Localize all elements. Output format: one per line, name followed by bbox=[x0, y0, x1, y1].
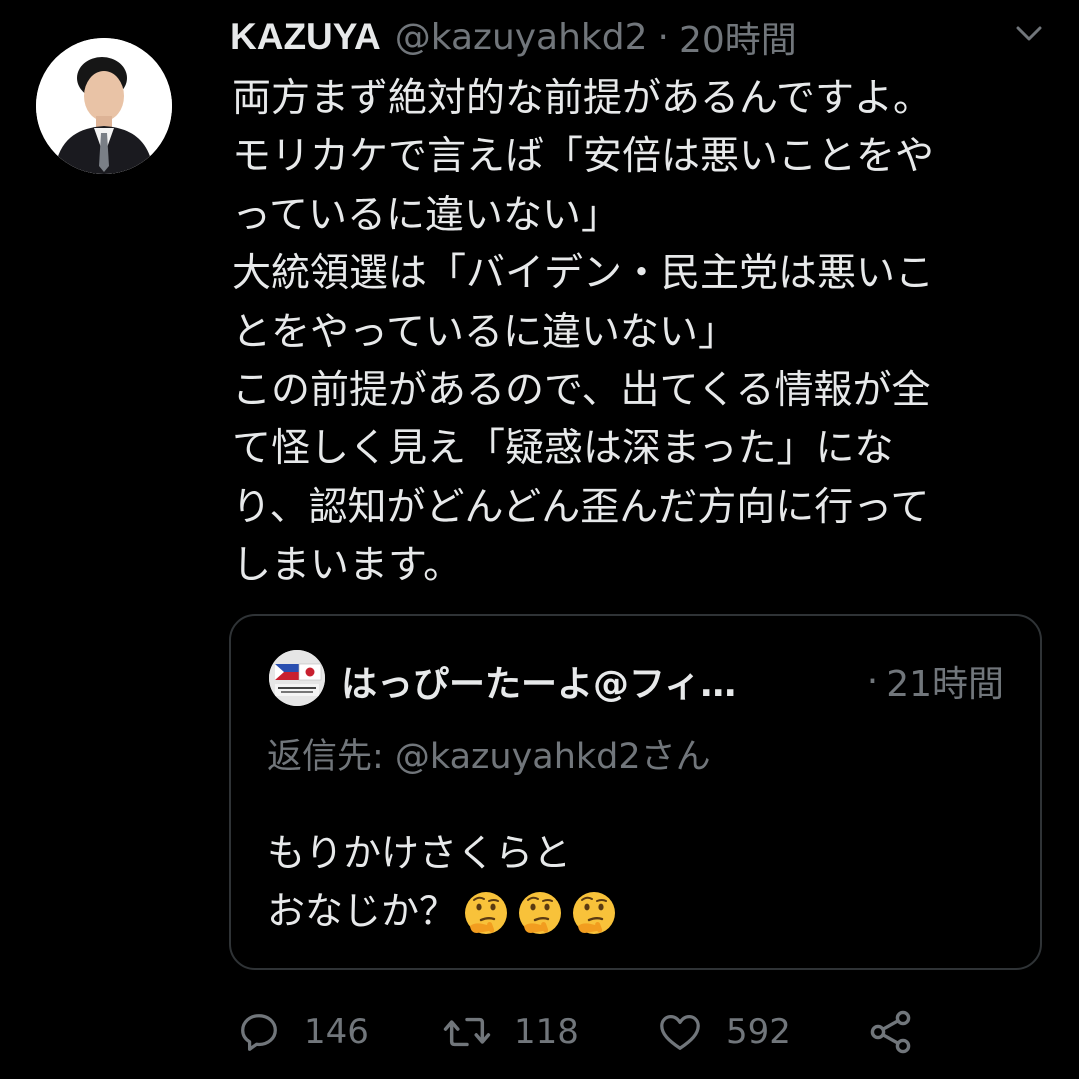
author-avatar[interactable] bbox=[36, 38, 172, 174]
reply-count: 146 bbox=[304, 1012, 369, 1052]
tweet-timestamp[interactable]: 20時間 bbox=[679, 11, 797, 63]
tweet-action-bar: 146 118 592 bbox=[0, 1000, 1079, 1064]
quoted-text-line: もりかけさくらと bbox=[267, 831, 572, 875]
thinking-face-icon bbox=[519, 891, 562, 934]
quoted-author-avatar[interactable] bbox=[269, 650, 325, 706]
chevron-down-icon[interactable] bbox=[1014, 22, 1044, 44]
like-button[interactable]: 592 bbox=[656, 1008, 791, 1056]
retweet-button[interactable]: 118 bbox=[442, 1008, 579, 1056]
tweet-header: KAZUYA @kazuyahkd2 · 20時間 bbox=[230, 12, 797, 62]
tweet-text-line: しまいます。 bbox=[232, 543, 463, 589]
emoji-group bbox=[461, 889, 619, 939]
retweet-count: 118 bbox=[514, 1012, 579, 1052]
quoted-tweet-body: もりかけさくらと おなじか？ bbox=[267, 824, 619, 940]
quoted-text-line: おなじか？ bbox=[267, 889, 458, 933]
quoted-tweet-header: はっぴーたーよ@フィ… · 21時間 bbox=[341, 656, 1004, 706]
tweet-text-line: とをやっているに違いない」 bbox=[232, 309, 738, 355]
quoted-author-name[interactable]: はっぴーたーよ@フィ… bbox=[341, 655, 736, 707]
thinking-face-icon bbox=[573, 891, 616, 934]
thinking-face-icon bbox=[465, 891, 508, 934]
tweet-text-line: っているに違いない」 bbox=[232, 192, 621, 238]
tweet-text-line: り、認知がどんどん歪んだ方向に行って bbox=[232, 484, 930, 530]
share-icon bbox=[870, 1010, 911, 1054]
reply-button[interactable]: 146 bbox=[236, 1008, 369, 1056]
like-count: 592 bbox=[726, 1012, 791, 1052]
separator-dot: · bbox=[657, 16, 669, 58]
reply-to-label: 返信先: @kazuyahkd2さん bbox=[267, 737, 711, 777]
author-name[interactable]: KAZUYA bbox=[230, 16, 381, 58]
heart-icon bbox=[660, 1015, 700, 1050]
quoted-text-line-with-emojis: おなじか？ bbox=[267, 882, 619, 940]
separator-dot: · bbox=[866, 660, 879, 702]
tweet-text-line: この前提があるので、出てくる情報が全 bbox=[232, 368, 931, 414]
tweet-text-line: 大統領選は「バイデン・民主党は悪いこ bbox=[232, 251, 935, 297]
share-button[interactable] bbox=[866, 1008, 916, 1056]
quoted-tweet-card[interactable]: はっぴーたーよ@フィ… · 21時間 返信先: @kazuyahkd2さん もり… bbox=[229, 614, 1042, 970]
tweet-text-line: 両方まず絶対的な前提があるんですよ。 bbox=[232, 76, 933, 121]
tweet-text-line: モリカケで言えば「安倍は悪いことをや bbox=[232, 134, 935, 180]
tweet-text-line: て怪しく見え「疑惑は深まった」にな bbox=[232, 426, 894, 472]
author-handle[interactable]: @kazuyahkd2 bbox=[395, 17, 648, 58]
tweet-body: 両方まず絶対的な前提があるんですよ。 モリカケで言えば「安倍は悪いことをや って… bbox=[232, 70, 1052, 596]
quoted-tweet-timestamp[interactable]: 21時間 bbox=[886, 655, 1004, 707]
retweet-icon bbox=[443, 1017, 491, 1047]
reply-icon bbox=[241, 1014, 277, 1051]
